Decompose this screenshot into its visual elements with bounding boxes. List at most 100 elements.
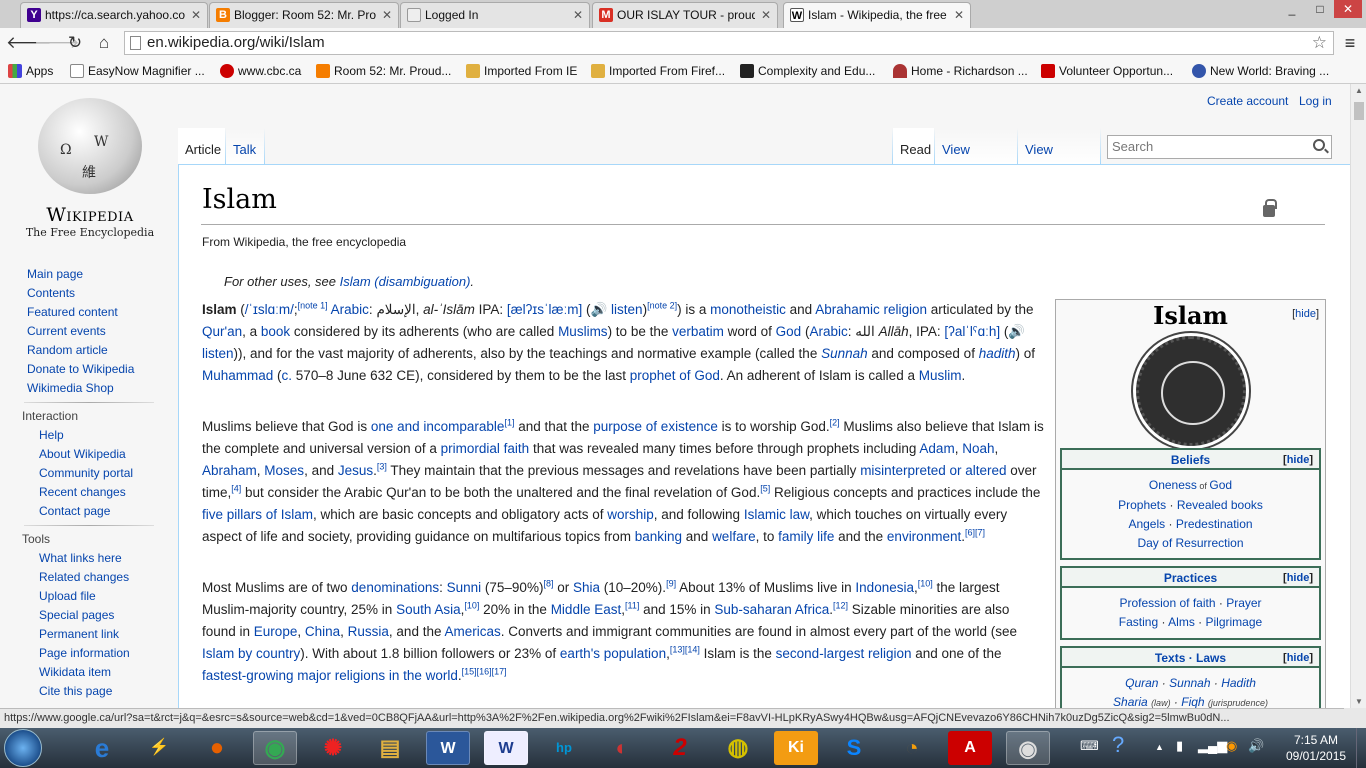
bookmark-room52[interactable]: Room 52: Mr. Proud... [316,58,451,84]
taskbar-word[interactable]: W [426,731,470,765]
link-prayer[interactable]: Prayer [1226,596,1261,610]
vertical-scrollbar[interactable]: ▲ ▼ [1350,84,1366,708]
scrollbar-thumb[interactable] [1354,102,1364,120]
search-input[interactable]: Search [1107,135,1332,159]
sidebar-what-links-here[interactable]: What links here [39,551,122,565]
link-alms[interactable]: Alms [1168,615,1195,629]
texts-heading[interactable]: Texts · Laws [hide] [1062,648,1319,668]
sidebar-current-events[interactable]: Current events [27,324,106,338]
link-pilgrimage[interactable]: Pilgrimage [1206,615,1263,629]
clock[interactable]: 7:15 AM 09/01/2015 [1286,732,1346,764]
link-hadith[interactable]: Hadith [1221,676,1256,690]
sidebar-help[interactable]: Help [39,428,64,442]
lock-icon[interactable] [1263,199,1277,217]
login-link[interactable]: Log in [1299,94,1332,108]
sidebar-wikidata-item[interactable]: Wikidata item [39,665,111,679]
taskbar-globe-app[interactable]: ◍ [716,731,760,765]
sidebar-heading-interaction[interactable]: Interaction [22,409,78,423]
disambiguation-link[interactable]: Islam (disambiguation) [340,274,471,289]
infobox-hide-toggle[interactable]: [hide] [1292,308,1319,320]
taskbar-internet-explorer[interactable]: e [80,731,124,765]
bookmark-folder-ie[interactable]: Imported From IE [466,58,577,84]
sidebar-upload-file[interactable]: Upload file [39,589,96,603]
tab-read[interactable]: Read [893,128,935,164]
link-prophets[interactable]: Prophets [1118,498,1166,512]
show-desktop-button[interactable] [1356,728,1366,768]
sidebar-related-changes[interactable]: Related changes [39,570,129,584]
bookmark-complexity[interactable]: Complexity and Edu... [740,58,875,84]
taskbar-ki3[interactable]: Ki [774,731,818,765]
taskbar-explorer[interactable]: ▤ [368,731,412,765]
tab-view-source[interactable]: View source [935,128,1017,201]
tab-talk[interactable]: Talk [226,128,264,164]
sidebar-community-portal[interactable]: Community portal [39,466,133,480]
reload-icon[interactable]: ↻ [64,32,86,54]
sidebar-contents[interactable]: Contents [27,286,75,300]
bookmark-folder-firefox[interactable]: Imported From Firef... [591,58,725,84]
battery-icon[interactable]: ▮ [1176,738,1183,754]
link-profession-of-faith[interactable]: Profession of faith [1119,596,1215,610]
link-fasting[interactable]: Fasting [1119,615,1158,629]
sidebar-cite-this-page[interactable]: Cite this page [39,684,112,698]
bookmark-apps[interactable]: Apps [8,58,53,84]
tray-expand-icon[interactable]: ▲ [1155,742,1164,752]
link-fiqh[interactable]: Fiqh [1181,695,1204,708]
create-account-link[interactable]: Create account [1207,94,1288,108]
sidebar-recent-changes[interactable]: Recent changes [39,485,126,499]
close-tab-icon[interactable]: ✕ [954,3,964,27]
maximize-button[interactable]: □ [1306,0,1334,18]
taskbar-acrobat[interactable]: A [948,731,992,765]
taskbar-firefox[interactable]: ● [195,731,239,765]
taskbar-rss[interactable]: ◔ [890,731,934,765]
practices-hide-toggle[interactable]: [hide] [1283,568,1313,588]
practices-heading[interactable]: Practices [hide] [1062,568,1319,588]
taskbar-router[interactable]: ◐ [600,731,644,765]
taskbar-winamp[interactable]: ⚡ [137,731,181,765]
link-angels[interactable]: Angels [1128,517,1165,531]
scroll-down-arrow-icon[interactable]: ▼ [1351,697,1366,706]
bookmark-richardson[interactable]: Home - Richardson ... [893,58,1028,84]
url-input[interactable]: en.wikipedia.org/wiki/Islam ☆ [124,31,1334,55]
scroll-up-arrow-icon[interactable]: ▲ [1351,86,1366,95]
wikipedia-logo[interactable]: ΩW維 Wikipedia The Free Encyclopedia [20,98,160,244]
bookmark-easynow[interactable]: EasyNow Magnifier ... [70,58,205,84]
taskbar-eye-app[interactable]: ◉ [1006,731,1050,765]
tab-article[interactable]: Article [178,128,226,164]
sidebar-main-page[interactable]: Main page [27,267,83,281]
bookmark-volunteer[interactable]: Volunteer Opportun... [1041,58,1173,84]
close-tab-icon[interactable]: ✕ [573,3,583,27]
home-icon[interactable]: ⌂ [93,32,115,54]
link-day-of-resurrection[interactable]: Day of Resurrection [1137,536,1243,550]
link-sunnah[interactable]: Sunnah [1169,676,1210,690]
taskbar-2go[interactable]: 2 [658,731,702,765]
tray-app-icon[interactable]: ◉ [1226,738,1237,754]
forward-arrow-icon[interactable]: 🡒 [34,32,80,54]
taskbar-chrome[interactable]: ◉ [253,731,297,765]
browser-tab-logged-in[interactable]: Logged In ✕ [400,2,590,28]
tab-view-history[interactable]: View history [1018,128,1100,201]
sidebar-random-article[interactable]: Random article [27,343,108,357]
browser-tab-gmail[interactable]: M OUR ISLAY TOUR - proudl ✕ [592,2,778,28]
minimize-button[interactable]: _ [1278,0,1306,18]
beliefs-heading[interactable]: Beliefs [hide] [1062,450,1319,470]
taskbar-s-app[interactable]: S [832,731,876,765]
sidebar-special-pages[interactable]: Special pages [39,608,114,622]
taskbar-hp[interactable]: hp [542,731,586,765]
link-god[interactable]: God [1209,478,1232,492]
keyboard-icon[interactable]: ⌨ [1080,738,1099,754]
close-tab-icon[interactable]: ✕ [382,3,392,27]
browser-tab-yahoo[interactable]: Y https://ca.search.yahoo.co ✕ [20,2,208,28]
network-icon[interactable]: ▂▄▆ [1198,738,1227,754]
sidebar-about[interactable]: About Wikipedia [39,447,126,461]
search-icon[interactable] [1313,139,1325,151]
bookmark-cbc[interactable]: www.cbc.ca [220,58,301,84]
menu-icon[interactable]: ≡ [1340,32,1360,54]
help-icon[interactable]: ? [1112,732,1124,758]
sidebar-donate[interactable]: Donate to Wikipedia [27,362,134,376]
link-predestination[interactable]: Predestination [1176,517,1253,531]
link-oneness[interactable]: Oneness [1149,478,1197,492]
bookmark-star-icon[interactable]: ☆ [1312,32,1327,54]
texts-hide-toggle[interactable]: [hide] [1283,648,1313,668]
bookmark-new-world[interactable]: New World: Braving ... [1192,58,1329,84]
sidebar-featured-content[interactable]: Featured content [27,305,118,319]
